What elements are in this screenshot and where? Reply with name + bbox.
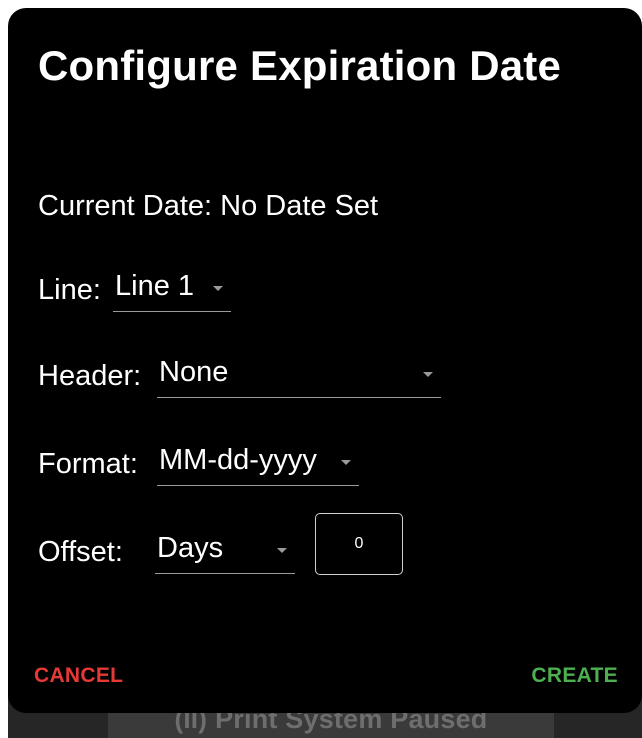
offset-label: Offset: bbox=[38, 536, 123, 568]
dropdown-arrow-icon bbox=[341, 460, 351, 465]
dropdown-arrow-icon bbox=[213, 286, 223, 291]
current-date-text: Current Date: No Date Set bbox=[38, 190, 379, 222]
line-select[interactable]: Line 1 bbox=[113, 270, 231, 312]
header-select[interactable]: None bbox=[157, 356, 441, 398]
offset-amount-input[interactable]: 0 bbox=[315, 513, 403, 575]
create-button[interactable]: CREATE bbox=[531, 664, 618, 688]
header-label: Header: bbox=[38, 360, 142, 392]
offset-unit-select[interactable]: Days bbox=[155, 532, 295, 574]
expiration-date-dialog: Configure Expiration Date Current Date: … bbox=[8, 8, 642, 713]
cancel-button[interactable]: CANCEL bbox=[34, 664, 123, 688]
dialog-title: Configure Expiration Date bbox=[38, 42, 562, 89]
header-select-value: None bbox=[159, 356, 229, 388]
dropdown-arrow-icon bbox=[277, 548, 287, 553]
line-label: Line: bbox=[38, 274, 101, 306]
format-select[interactable]: MM-dd-yyyy bbox=[157, 444, 359, 486]
dropdown-arrow-icon bbox=[423, 372, 433, 377]
line-select-value: Line 1 bbox=[115, 270, 195, 302]
offset-unit-value: Days bbox=[157, 532, 224, 564]
format-select-value: MM-dd-yyyy bbox=[159, 444, 317, 476]
screen: (II) Print System Paused Configure Expir… bbox=[0, 0, 642, 738]
format-label: Format: bbox=[38, 448, 138, 480]
